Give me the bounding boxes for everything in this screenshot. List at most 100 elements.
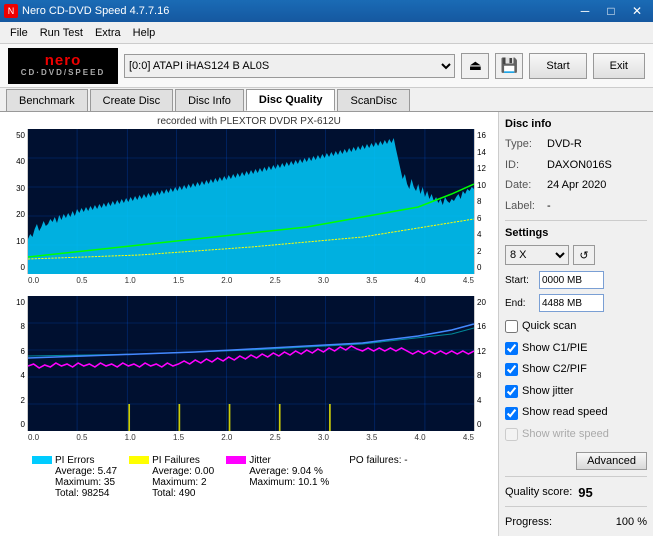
disc-label-row: Label: -	[505, 198, 647, 215]
end-row: End:	[505, 294, 647, 312]
legend-jitter: Jitter Average: 9.04 % Maximum: 10.1 %	[226, 455, 329, 499]
pi-errors-label: PI Errors	[55, 455, 117, 466]
po-failures-value: -	[404, 455, 407, 466]
end-label: End:	[505, 298, 535, 309]
show-jitter-row: Show jitter	[505, 383, 647, 401]
show-c1pie-checkbox[interactable]	[505, 342, 518, 355]
show-c2-row: Show C2/PIF	[505, 361, 647, 379]
pi-failures-max: Maximum: 2	[152, 477, 214, 488]
app-icon: N	[4, 4, 18, 18]
pi-errors-total: Total: 98254	[55, 488, 117, 499]
speed-row: 8 X Max 2 X 4 X 6 X 12 X 16 X ↺	[505, 245, 647, 265]
legend: PI Errors Average: 5.47 Maximum: 35 Tota…	[4, 453, 494, 499]
show-write-speed-row: Show write speed	[505, 426, 647, 444]
save-button[interactable]: 💾	[495, 53, 523, 79]
tab-scan-disc[interactable]: ScanDisc	[337, 89, 409, 111]
top-chart-inner	[28, 129, 474, 274]
tab-benchmark[interactable]: Benchmark	[6, 89, 88, 111]
pi-failures-label: PI Failures	[152, 455, 214, 466]
disc-type-row: Type: DVD-R	[505, 136, 647, 153]
tab-disc-info[interactable]: Disc Info	[175, 89, 244, 111]
disc-type-value: DVD-R	[547, 136, 582, 153]
menu-bar: File Run Test Extra Help	[0, 22, 653, 44]
disc-date-label: Date:	[505, 177, 543, 194]
exit-button[interactable]: Exit	[593, 53, 645, 79]
pi-errors-avg: Average: 5.47	[55, 466, 117, 477]
show-read-speed-row: Show read speed	[505, 404, 647, 422]
pi-failures-stats: PI Failures Average: 0.00 Maximum: 2 Tot…	[152, 455, 214, 499]
menu-run-test[interactable]: Run Test	[34, 25, 89, 41]
show-jitter-checkbox[interactable]	[505, 385, 518, 398]
disc-type-label: Type:	[505, 136, 543, 153]
jitter-avg: Average: 9.04 %	[249, 466, 329, 477]
close-button[interactable]: ✕	[625, 2, 649, 20]
drive-bar: nero CD·DVD/SPEED [0:0] ATAPI iHAS124 B …	[0, 44, 653, 88]
progress-value: 100 %	[616, 513, 647, 532]
show-c2pif-checkbox[interactable]	[505, 363, 518, 376]
tab-bar: Benchmark Create Disc Disc Info Disc Qua…	[0, 88, 653, 112]
quality-score-label: Quality score:	[505, 486, 572, 498]
show-read-speed-label: Show read speed	[522, 404, 608, 422]
legend-pi-failures: PI Failures Average: 0.00 Maximum: 2 Tot…	[129, 455, 214, 499]
legend-pi-errors: PI Errors Average: 5.47 Maximum: 35 Tota…	[32, 455, 117, 499]
disc-info-title: Disc info	[505, 118, 647, 130]
title-bar: N Nero CD-DVD Speed 4.7.7.16 ─ □ ✕	[0, 0, 653, 22]
disc-date-row: Date: 24 Apr 2020	[505, 177, 647, 194]
start-input[interactable]	[539, 271, 604, 289]
tab-disc-quality[interactable]: Disc Quality	[246, 89, 336, 111]
chart-title: recorded with PLEXTOR DVDR PX-612U	[4, 116, 494, 127]
disc-id-row: ID: DAXON016S	[505, 157, 647, 174]
show-c2pif-label: Show C2/PIF	[522, 361, 587, 379]
quick-scan-row: Quick scan	[505, 318, 647, 336]
disc-id-label: ID:	[505, 157, 543, 174]
pi-failures-total: Total: 490	[152, 488, 214, 499]
maximize-button[interactable]: □	[599, 2, 623, 20]
show-write-speed-checkbox	[505, 428, 518, 441]
pi-errors-color	[32, 456, 52, 464]
quick-scan-checkbox[interactable]	[505, 320, 518, 333]
top-chart-x-axis: 0.00.51.01.52.02.53.03.54.04.5	[28, 274, 474, 294]
end-input[interactable]	[539, 294, 604, 312]
nero-logo: nero CD·DVD/SPEED	[8, 48, 118, 84]
top-chart-y-right: 16 14 12 10 8 6 4 2 0	[474, 129, 494, 274]
start-label: Start:	[505, 275, 535, 286]
top-chart-y-left: 50 40 30 20 10 0	[4, 129, 28, 274]
divider-1	[505, 220, 647, 221]
bottom-chart-inner	[28, 296, 474, 431]
speed-select[interactable]: 8 X Max 2 X 4 X 6 X 12 X 16 X	[505, 245, 569, 265]
tab-create-disc[interactable]: Create Disc	[90, 89, 173, 111]
pi-failures-color	[129, 456, 149, 464]
advanced-button[interactable]: Advanced	[576, 452, 647, 470]
bottom-chart-svg	[28, 296, 474, 431]
legend-po-failures: PO failures: -	[349, 455, 407, 499]
divider-2	[505, 476, 647, 477]
quick-scan-label: Quick scan	[522, 318, 576, 336]
drive-select[interactable]: [0:0] ATAPI iHAS124 B AL0S	[124, 54, 455, 78]
top-chart-svg	[28, 129, 474, 274]
show-c1-row: Show C1/PIE	[505, 340, 647, 358]
start-button[interactable]: Start	[529, 53, 586, 79]
start-row: Start:	[505, 271, 647, 289]
jitter-stats: Jitter Average: 9.04 % Maximum: 10.1 %	[249, 455, 329, 488]
chart-area: recorded with PLEXTOR DVDR PX-612U 50 40…	[0, 112, 498, 536]
menu-file[interactable]: File	[4, 25, 34, 41]
progress-row: Progress: 100 %	[505, 513, 647, 532]
eject-button[interactable]: ⏏	[461, 53, 489, 79]
refresh-button[interactable]: ↺	[573, 245, 595, 265]
pi-failures-avg: Average: 0.00	[152, 466, 214, 477]
window-controls: ─ □ ✕	[573, 2, 649, 20]
jitter-max: Maximum: 10.1 %	[249, 477, 329, 488]
advanced-row: Advanced	[505, 450, 647, 470]
show-c1pie-label: Show C1/PIE	[522, 340, 587, 358]
show-read-speed-checkbox[interactable]	[505, 407, 518, 420]
divider-3	[505, 506, 647, 507]
title-bar-text: Nero CD-DVD Speed 4.7.7.16	[22, 5, 169, 17]
po-failures-label: PO failures:	[349, 455, 401, 466]
pi-errors-stats: PI Errors Average: 5.47 Maximum: 35 Tota…	[55, 455, 117, 499]
settings-title: Settings	[505, 227, 647, 239]
menu-help[interactable]: Help	[127, 25, 162, 41]
quality-score-value: 95	[578, 485, 592, 500]
minimize-button[interactable]: ─	[573, 2, 597, 20]
jitter-color	[226, 456, 246, 464]
menu-extra[interactable]: Extra	[89, 25, 127, 41]
